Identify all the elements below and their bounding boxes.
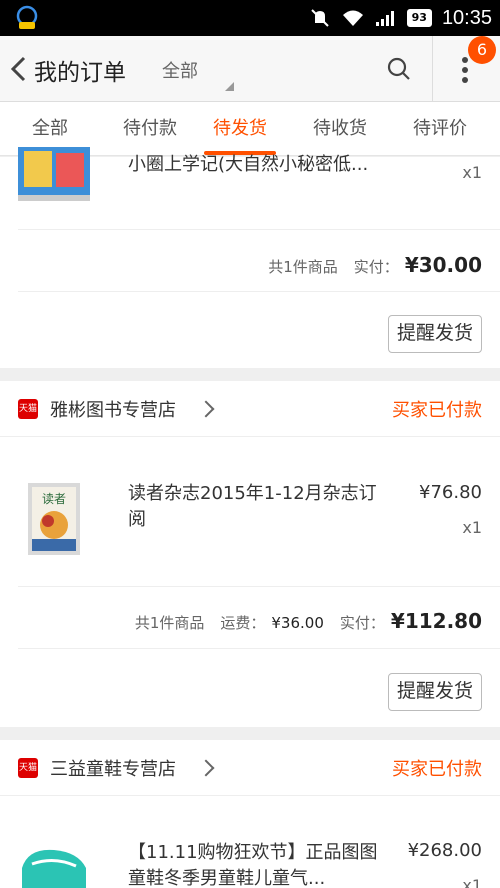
status-bar: 93 10:35 xyxy=(0,0,500,36)
divider xyxy=(18,648,500,649)
store-row[interactable]: 天猫 雅彬图书专营店 买家已付款 xyxy=(0,381,500,437)
store-row[interactable]: 天猫 三益童鞋专营店 买家已付款 xyxy=(0,740,500,796)
product-title[interactable]: 读者杂志2015年1-12月杂志订阅 xyxy=(128,481,378,533)
product-price: ¥76.80 xyxy=(419,482,482,503)
wifi-icon xyxy=(342,10,363,26)
tab-pending-review[interactable]: 待评价 xyxy=(390,102,490,156)
product-quantity: x1 xyxy=(462,518,482,537)
back-arrow-icon[interactable] xyxy=(8,54,30,84)
signal-icon xyxy=(375,11,394,26)
product-title[interactable]: 【11.11购物狂欢节】正品图图童鞋冬季男童鞋儿童气... xyxy=(128,840,378,888)
paid-amount: ¥30.00 xyxy=(404,253,482,277)
shipping-amount: ¥36.00 xyxy=(271,614,324,632)
chevron-right-icon xyxy=(197,759,215,777)
clock: 10:35 xyxy=(441,6,492,29)
order-card: 天猫 雅彬图书专营店 买家已付款 读者 读者杂志2015年1-12月杂志订阅 ¥… xyxy=(0,381,500,727)
item-count: 共1件商品 xyxy=(268,258,338,276)
order-status: 买家已付款 xyxy=(392,400,482,421)
divider xyxy=(18,229,500,230)
product-thumbnail[interactable]: 读者 xyxy=(18,481,90,557)
page-title: 我的订单 xyxy=(34,60,126,86)
product-quantity: x1 xyxy=(462,163,482,182)
tab-pending-payment[interactable]: 待付款 xyxy=(100,102,200,156)
remind-shipment-button[interactable]: 提醒发货 xyxy=(387,673,482,711)
store-name[interactable]: 雅彬图书专营店 xyxy=(50,396,176,422)
product-thumbnail[interactable] xyxy=(18,838,90,888)
store-name[interactable]: 三益童鞋专营店 xyxy=(50,755,176,781)
product-price: ¥268.00 xyxy=(407,840,482,861)
product-quantity: x1 xyxy=(462,876,482,888)
paid-label: 实付： xyxy=(353,258,399,276)
svg-text:读者: 读者 xyxy=(42,492,66,506)
remind-shipment-button[interactable]: 提醒发货 xyxy=(387,315,482,353)
order-card: 天猫 三益童鞋专营店 买家已付款 【11.11购物狂欢节】正品图图童鞋冬季男童鞋… xyxy=(0,740,500,888)
product-thumbnail[interactable] xyxy=(18,147,90,203)
dropdown-caret-icon xyxy=(225,82,234,91)
paid-label: 实付： xyxy=(339,614,385,632)
tmall-logo-icon: 天猫 xyxy=(18,758,38,778)
mute-icon xyxy=(310,9,329,27)
paid-amount: ¥112.80 xyxy=(390,609,482,633)
tmall-logo-icon: 天猫 xyxy=(18,399,38,419)
chevron-right-icon xyxy=(197,400,215,418)
tab-pending-receipt[interactable]: 待收货 xyxy=(290,102,390,156)
divider xyxy=(18,586,500,587)
divider xyxy=(18,291,500,292)
divider xyxy=(432,36,433,102)
notification-badge: 6 xyxy=(468,36,496,64)
search-icon[interactable] xyxy=(386,56,412,82)
qq-notification-icon xyxy=(16,5,38,29)
order-summary: 共1件商品 实付： ¥30.00 xyxy=(268,253,482,277)
header: 我的订单 全部 6 xyxy=(0,36,500,102)
order-card: 小圈上学记(大自然小秘密低... x1 共1件商品 实付： ¥30.00 提醒发… xyxy=(0,147,500,368)
order-status: 买家已付款 xyxy=(392,759,482,780)
order-filter-dropdown[interactable]: 全部 xyxy=(162,57,198,83)
battery-indicator: 93 xyxy=(406,9,432,27)
shipping-label: 运费： xyxy=(220,614,266,632)
product-title[interactable]: 小圈上学记(大自然小秘密低... xyxy=(128,152,388,178)
order-summary: 共1件商品 运费： ¥36.00 实付： ¥112.80 xyxy=(135,609,482,633)
tab-pending-shipment[interactable]: 待发货 xyxy=(190,102,290,156)
item-count: 共1件商品 xyxy=(134,614,205,632)
